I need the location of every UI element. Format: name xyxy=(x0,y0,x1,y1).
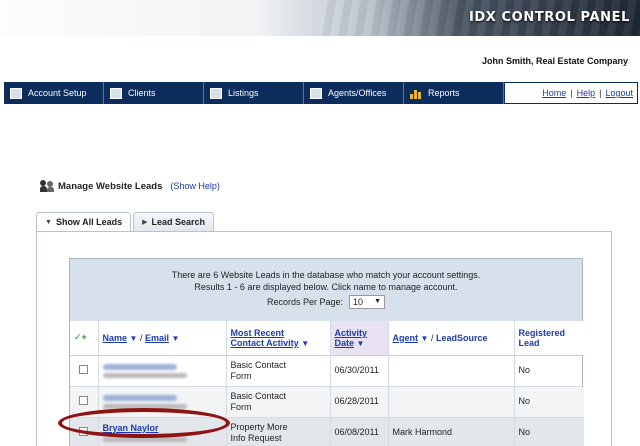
highlight-ellipse-annotation xyxy=(58,408,230,438)
window-icon xyxy=(210,87,222,99)
chevron-right-icon: ▶ xyxy=(142,219,148,226)
chevron-down-icon: ▼ xyxy=(45,218,52,226)
help-link[interactable]: Help xyxy=(577,88,596,98)
records-per-page-value: 10 xyxy=(353,297,364,307)
nav-reports[interactable]: Reports xyxy=(404,82,504,104)
row-checkbox-cell xyxy=(70,355,99,387)
registered-cell: No xyxy=(514,386,584,418)
utility-links: Home | Help | Logout xyxy=(504,82,638,104)
sort-arrow-icon: ▼ xyxy=(301,338,310,348)
sort-arrow-icon[interactable]: ▼ xyxy=(130,334,138,343)
registered-header: Registered Lead xyxy=(514,321,584,356)
home-link[interactable]: Home xyxy=(542,88,566,98)
logout-link[interactable]: Logout xyxy=(605,88,633,98)
sort-agent-link[interactable]: Agent xyxy=(393,333,419,343)
people-icon xyxy=(40,180,54,192)
agent-cell xyxy=(388,355,515,387)
date-cell: 06/30/2011 xyxy=(330,355,389,387)
sort-arrow-icon: ▼ xyxy=(356,338,365,348)
registered-cell: No xyxy=(514,355,584,387)
chevron-down-icon: ▼ xyxy=(374,298,382,305)
redacted-email xyxy=(102,372,187,378)
nav-label: Agents/Offices xyxy=(328,88,387,98)
separator: | xyxy=(599,88,602,98)
records-per-page: Records Per Page: 10 ▼ xyxy=(70,295,582,309)
page-title-row: Manage Website Leads (Show Help) xyxy=(40,180,220,192)
sort-name-link[interactable]: Name xyxy=(103,333,128,343)
registered-cell: No xyxy=(514,417,584,446)
activity-header[interactable]: Most Recent Contact Activity ▼ xyxy=(226,321,331,356)
name-email-header: Name ▼ / Email ▼ xyxy=(98,321,227,356)
results-summary: There are 6 Website Leads in the databas… xyxy=(171,270,481,280)
company-name: John Smith, Real Estate Company xyxy=(481,56,628,66)
sort-arrow-icon[interactable]: ▼ xyxy=(421,334,429,343)
computer-icon xyxy=(10,87,22,99)
agents-icon xyxy=(310,87,322,99)
tab-label: Show All Leads xyxy=(55,217,123,227)
contact-card-icon xyxy=(110,87,122,99)
activity-date-header[interactable]: Activity Date ▼ xyxy=(330,321,389,356)
nav-agents-offices[interactable]: Agents/Offices xyxy=(304,82,404,104)
row-checkbox[interactable] xyxy=(79,364,89,374)
nav-label: Account Setup xyxy=(28,88,87,98)
nav-label: Listings xyxy=(228,88,259,98)
main-nav: Account Setup Clients Listings Agents/Of… xyxy=(4,82,638,104)
nav-listings[interactable]: Listings xyxy=(204,82,304,104)
tab-bar: ▼ Show All Leads ▶ Lead Search xyxy=(36,212,216,231)
activity-text: Info Request xyxy=(230,432,282,443)
row-checkbox[interactable] xyxy=(79,395,89,405)
tab-lead-search[interactable]: ▶ Lead Search xyxy=(133,212,215,231)
leadsource-header: LeadSource xyxy=(435,332,488,343)
table-header-row: ✓+ Name ▼ / Email ▼ Most Recent Contact … xyxy=(70,321,584,356)
tab-label: Lead Search xyxy=(151,217,206,227)
registered-line1: Registered xyxy=(518,327,566,338)
records-per-page-select[interactable]: 10 ▼ xyxy=(349,295,386,309)
activity-cell: Basic Contact Form xyxy=(226,386,331,418)
header-separator: / xyxy=(139,332,143,343)
activity-cell: Basic Contact Form xyxy=(226,355,331,387)
agent-header: Agent ▼ / LeadSource xyxy=(388,321,515,356)
nav-clients[interactable]: Clients xyxy=(104,82,204,104)
sort-activity-line1: Most Recent xyxy=(230,327,285,338)
name-email-cell[interactable] xyxy=(98,355,227,387)
sort-arrow-icon[interactable]: ▼ xyxy=(172,334,180,343)
sort-date-line1: Activity xyxy=(334,327,368,338)
table-row: Basic Contact Form 06/30/2011 No xyxy=(70,355,584,387)
sort-email-link[interactable]: Email xyxy=(145,333,169,343)
agent-cell: Mark Harmond xyxy=(388,417,515,446)
records-per-page-label: Records Per Page: xyxy=(266,297,344,307)
results-range: Results 1 - 6 are displayed below. Click… xyxy=(194,282,458,292)
redacted-name xyxy=(102,394,177,401)
activity-cell: Property More Info Request xyxy=(226,417,331,446)
app-title: IDX CONTROL PANEL xyxy=(468,10,630,25)
nav-account-setup[interactable]: Account Setup xyxy=(4,82,104,104)
sort-date-line2: Date xyxy=(334,337,355,348)
activity-text: Basic Contact xyxy=(230,390,287,401)
header-separator: / xyxy=(430,332,434,343)
activity-text: Basic Contact xyxy=(230,359,287,370)
tab-show-all-leads[interactable]: ▼ Show All Leads xyxy=(36,212,132,231)
sort-activity-line2: Contact Activity xyxy=(230,337,299,348)
redacted-name xyxy=(102,363,177,370)
header-banner: IDX CONTROL PANEL xyxy=(0,0,640,36)
nav-label: Clients xyxy=(128,88,156,98)
activity-text: Property More xyxy=(230,421,288,432)
page-title: Manage Website Leads xyxy=(58,180,163,192)
bar-chart-icon xyxy=(410,88,422,99)
show-help-link[interactable]: (Show Help) xyxy=(170,181,220,191)
activity-text: Form xyxy=(230,401,252,412)
results-info: There are 6 Website Leads in the databas… xyxy=(70,259,582,321)
agent-cell xyxy=(388,386,515,418)
select-all-header[interactable]: ✓+ xyxy=(70,321,99,356)
nav-label: Reports xyxy=(428,88,460,98)
activity-text: Form xyxy=(230,370,252,381)
separator: | xyxy=(570,88,573,98)
date-cell: 06/08/2011 xyxy=(330,417,389,446)
registered-line2: Lead xyxy=(518,337,540,348)
date-cell: 06/28/2011 xyxy=(330,386,389,418)
